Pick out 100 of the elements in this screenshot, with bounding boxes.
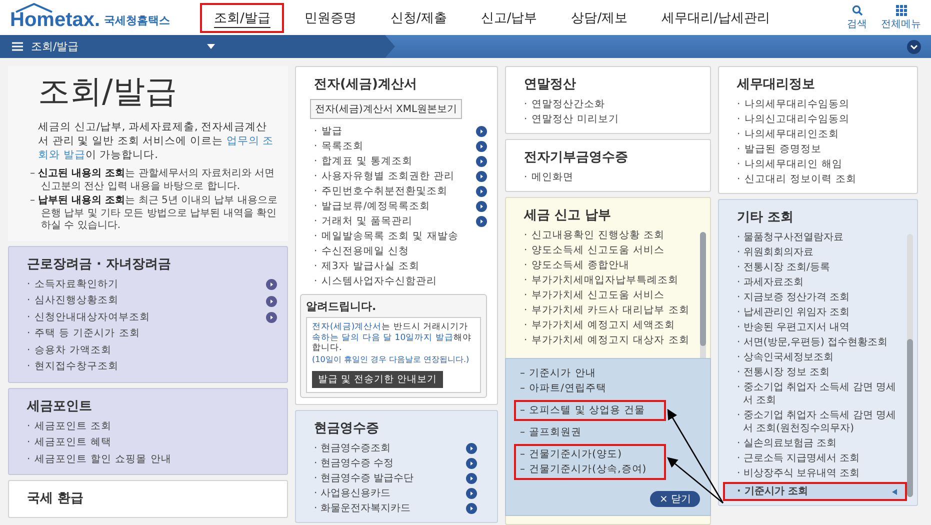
arrow-circle-icon[interactable] (466, 458, 477, 468)
menu-item[interactable]: · 나의세무대리인조회 (737, 127, 907, 142)
menu-item[interactable]: · 근로소득 지급명세서 조회 (737, 451, 897, 466)
nav-tab[interactable]: 상담/제보 (557, 2, 642, 32)
arrow-circle-icon[interactable] (266, 312, 277, 324)
menu-item[interactable]: · 발급보류/예정목록조회 (314, 199, 487, 214)
menu-item[interactable]: · 세금포인트 조회 (27, 418, 277, 435)
arrow-circle-icon[interactable] (476, 141, 487, 152)
menu-item[interactable]: · 부가가치세 예정고지 세액조회 (524, 318, 690, 333)
menu-item[interactable]: · 현금영수증 수정 (314, 456, 477, 470)
card-title: 세금 신고 납부 (524, 207, 612, 224)
menu-item[interactable]: · 중소기업 취업자 소득세 감면 명세서 조회 (737, 380, 897, 408)
menu-item[interactable]: · 제3자 발급사실 조회 (314, 259, 487, 274)
menu-item[interactable]: · 납세관리인 위임자 조회 (737, 305, 897, 320)
arrow-circle-icon[interactable] (476, 156, 487, 167)
menu-item[interactable]: · 지금보증 정산가격 조회 (737, 290, 897, 305)
menu-item[interactable]: · 중소기업 취업자 소득세 감면 명세서 조회(원천징수의무자) (737, 408, 897, 436)
menu-item[interactable]: · 화물운전자복지카드 (314, 500, 477, 516)
search-button[interactable]: 검색 (847, 4, 867, 30)
menu-item[interactable]: · 양도소득세 신고도움 서비스 (524, 243, 690, 258)
submenu-item[interactable]: – 건물기준시가(상속,증여) (520, 462, 660, 477)
menu-item[interactable]: · 합계표 및 통계조회 (314, 154, 487, 169)
menu-item[interactable]: · 부가가치세 신고도움 서비스 (524, 288, 690, 303)
all-menu-button[interactable]: 전체메뉴 (881, 4, 921, 30)
menu-item[interactable]: · 세금포인트 할인 쇼핑몰 안내 (27, 452, 277, 468)
menu-item[interactable]: · 전통시장 조회/등록 (737, 260, 897, 275)
menu-item[interactable]: · 부가가치세 카드사 대리납부 조회 (524, 303, 690, 318)
nav-tab[interactable]: 세무대리/납세관리 (648, 2, 784, 32)
menu-item[interactable]: · 양도소득세 종합안내 (524, 258, 690, 273)
menu-item[interactable]: · 주택 등 기준시가 조회 (27, 326, 277, 342)
menu-item[interactable]: · 위원회회의자료 (737, 245, 897, 260)
arrow-circle-icon[interactable] (476, 171, 487, 182)
arrow-circle-icon[interactable] (476, 216, 487, 227)
menu-item[interactable]: · 신청안내대상자여부조회 (27, 310, 277, 326)
menu-item[interactable]: · 서면(방문,우편등) 접수현황조회 (737, 335, 897, 350)
nav-tab[interactable]: 조회/발급 (200, 2, 284, 32)
deadline-guide-button[interactable]: 발급 및 전송기한 안내보기 (312, 370, 444, 388)
menu-item[interactable]: · 신고대리 정보이력 조회 (737, 172, 907, 187)
menu-item[interactable]: · 과세자료조회 (737, 275, 897, 290)
menu-item[interactable]: · 현금영수증조회 (314, 440, 477, 456)
submenu-item[interactable]: – 골프회원권 (520, 425, 696, 440)
search-icon (852, 4, 862, 16)
arrow-circle-icon[interactable] (466, 442, 477, 454)
arrow-circle-icon[interactable] (476, 201, 487, 212)
menu-item[interactable]: · 부가가치세 예정고지 대상자 조회 (524, 333, 690, 348)
menu-item[interactable]: · 나의신고대리수임동의 (737, 112, 907, 127)
menu-item[interactable]: · 나의세무대리인 해임 (737, 157, 907, 172)
menu-item[interactable]: · 연말정산 미리보기 (524, 112, 700, 127)
roof-icon (14, 3, 54, 13)
submenu-item[interactable]: – 기준시가 안내 (520, 366, 696, 381)
menu-item[interactable]: · 심사진행상황조회 (27, 293, 277, 310)
menu-item[interactable]: · 수신전용메일 신청 (314, 244, 487, 259)
menu-item[interactable]: · 기준시가 조회 (725, 484, 905, 499)
menu-item[interactable]: · 주민번호수취분전환및조회 (314, 184, 487, 199)
submenu-item[interactable]: – 오피스텔 및 상업용 건물 (520, 403, 660, 418)
arrow-circle-icon[interactable] (266, 296, 277, 307)
arrow-circle-icon[interactable] (466, 488, 477, 498)
arrow-circle-icon[interactable] (476, 186, 487, 197)
menu-item[interactable]: · 메일발송목록 조회 및 재발송 (314, 229, 487, 244)
menu-item[interactable]: · 신고내용확인 진행상황 조회 (524, 228, 690, 243)
menu-item[interactable]: · 연말정산간소화 (524, 97, 700, 112)
arrow-circle-icon[interactable] (476, 126, 487, 137)
menu-item[interactable]: · 발급된 증명정보 (737, 142, 907, 157)
grid-icon (896, 4, 906, 16)
arrow-circle-icon[interactable] (266, 279, 277, 290)
menu-item[interactable]: · 시스템사업자수신함관리 (314, 274, 487, 289)
section-dropdown[interactable]: 조회/발급 (0, 35, 395, 58)
menu-item[interactable]: · 발급 (314, 124, 487, 139)
menu-item[interactable]: · 거래처 및 품목관리 (314, 214, 487, 229)
menu-item[interactable]: · 현금영수증 발급수단 (314, 470, 477, 486)
nav-tab[interactable]: 민원증명 (290, 2, 370, 32)
notice-note: (10일이 휴일인 경우 다음날로 연장됩니다.) (312, 354, 470, 364)
menu-item[interactable]: · 사업용신용카드 (314, 486, 477, 500)
menu-item[interactable]: · 승용차 가액조회 (27, 342, 277, 359)
menu-item[interactable]: · 세금포인트 혜택 (27, 435, 277, 452)
submenu-item[interactable]: – 아파트/연립주택 (520, 381, 696, 396)
hometax-logo[interactable]: Hometax. (10, 3, 100, 32)
menu-item[interactable]: · 물품청구사전열람자료 (737, 230, 897, 245)
menu-item[interactable]: · 비상장주식 보유내역 조회 (737, 466, 897, 481)
menu-item[interactable]: · 소득자료확인하기 (27, 276, 277, 293)
card-title: 현금영수증 (314, 420, 380, 436)
menu-item[interactable]: · 현지접수창구조회 (27, 359, 277, 376)
menu-item[interactable]: · 반송된 우편고지서 내역 (737, 320, 897, 335)
menu-item[interactable]: · 나의세무대리수임동의 (737, 97, 907, 112)
menu-item[interactable]: · 목록조회 (314, 139, 487, 154)
menu-item[interactable]: · 메인화면 (524, 170, 700, 185)
close-button[interactable]: × 닫기 (650, 491, 700, 507)
menu-item[interactable]: · 부가가치세매입자납부특례조회 (524, 273, 690, 288)
arrow-circle-icon[interactable] (466, 472, 477, 484)
menu-item[interactable]: · 상속인국세정보조회 (737, 350, 897, 365)
menu-item[interactable]: · 사용자유형별 조회권한 관리 (314, 169, 487, 184)
arrow-circle-icon[interactable] (466, 502, 477, 514)
expand-icon[interactable] (907, 40, 921, 54)
scrollbar[interactable] (907, 234, 913, 497)
submenu-item[interactable]: – 건물기준시가(양도) (520, 447, 660, 462)
nav-tab[interactable]: 신청/제출 (376, 2, 461, 32)
menu-item[interactable]: · 실손의료보험금 조회 (737, 436, 897, 451)
menu-item[interactable]: · 전통시장 정보 조회 (737, 365, 897, 380)
nav-tab[interactable]: 신고/납부 (466, 2, 552, 32)
xml-view-button[interactable]: 전자(세금)계산서 XML원본보기 (310, 99, 462, 119)
